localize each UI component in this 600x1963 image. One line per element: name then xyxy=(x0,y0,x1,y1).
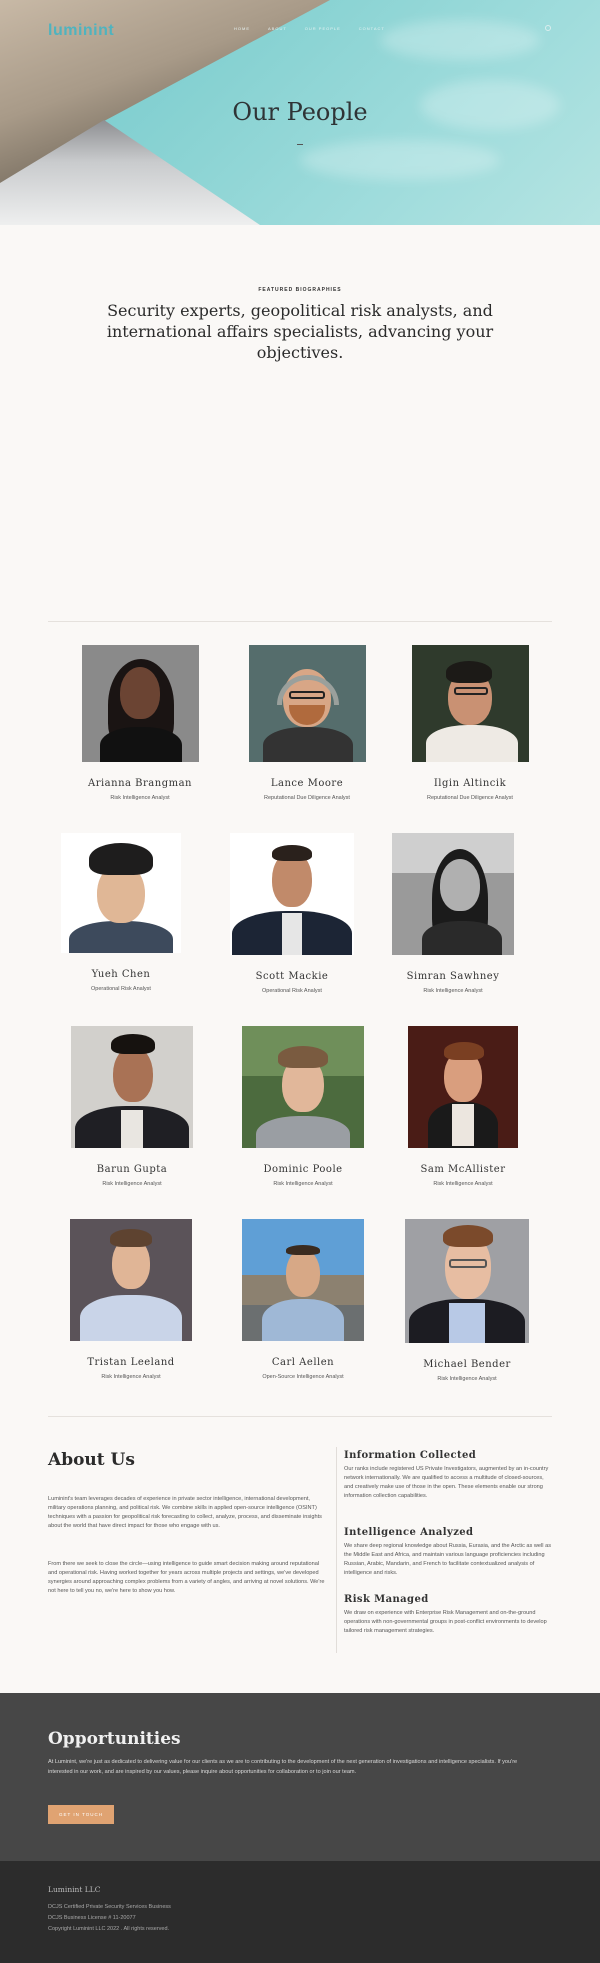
person-role: Operational Risk Analyst xyxy=(91,986,151,992)
footer-company: Luminint LLC xyxy=(48,1885,101,1894)
person-card[interactable]: Arianna Brangman Risk Intelligence Analy… xyxy=(50,645,230,801)
person-name: Scott Mackie xyxy=(255,971,329,982)
nav-link-our-people[interactable]: OUR PEOPLE xyxy=(305,26,341,31)
person-card[interactable]: Lance Moore Reputational Due Diligence A… xyxy=(217,645,397,801)
person-role: Operational Risk Analyst xyxy=(262,988,322,994)
person-name: Lance Moore xyxy=(270,778,344,789)
person-photo xyxy=(61,833,181,953)
person-name: Sam McAllister xyxy=(420,1164,506,1175)
person-photo xyxy=(242,1026,364,1148)
info-text: Our ranks include registered US Private … xyxy=(344,1466,549,1499)
person-name: Yueh Chen xyxy=(91,969,151,980)
person-card[interactable]: Michael Bender Risk Intelligence Analyst xyxy=(377,1219,557,1382)
person-card[interactable]: Carl Aellen Open-Source Intelligence Ana… xyxy=(213,1219,393,1380)
main-nav: HOME ABOUT OUR PEOPLE CONTACT xyxy=(234,26,385,31)
person-card[interactable]: Sam McAllister Risk Intelligence Analyst xyxy=(373,1026,553,1187)
person-role: Risk Intelligence Analyst xyxy=(110,795,170,801)
person-card[interactable]: Yueh Chen Operational Risk Analyst xyxy=(31,833,211,992)
person-role: Risk Intelligence Analyst xyxy=(433,1181,493,1187)
person-role: Risk Intelligence Analyst xyxy=(437,1376,497,1382)
person-card[interactable]: Dominic Poole Risk Intelligence Analyst xyxy=(213,1026,393,1187)
section-divider xyxy=(48,621,552,622)
about-title: About Us xyxy=(48,1450,135,1470)
section-divider xyxy=(48,1416,552,1417)
person-name: Michael Bender xyxy=(423,1359,511,1370)
person-card[interactable]: Tristan Leeland Risk Intelligence Analys… xyxy=(41,1219,221,1380)
person-role: Risk Intelligence Analyst xyxy=(273,1181,333,1187)
site-logo[interactable]: luminint xyxy=(48,22,114,40)
person-role: Reputational Due Diligence Analyst xyxy=(427,795,513,801)
person-photo xyxy=(408,1026,518,1148)
person-photo xyxy=(70,1219,192,1341)
person-photo xyxy=(392,833,514,955)
person-name: Tristan Leeland xyxy=(87,1357,175,1368)
info-text: We draw on experience with Enterprise Ri… xyxy=(344,1610,547,1634)
nav-link-contact[interactable]: CONTACT xyxy=(359,26,385,31)
person-card[interactable]: Scott Mackie Operational Risk Analyst xyxy=(202,833,382,994)
person-name: Barun Gupta xyxy=(96,1164,168,1175)
featured-headline: Security experts, geopolitical risk anal… xyxy=(106,301,494,362)
get-in-touch-button[interactable]: GET IN TOUCH xyxy=(48,1805,114,1824)
person-photo xyxy=(230,833,354,955)
person-name: Carl Aellen xyxy=(271,1357,335,1368)
column-divider xyxy=(336,1447,337,1653)
nav-link-about[interactable]: ABOUT xyxy=(268,26,287,31)
opportunities-section: Opportunities At Luminint, we're just as… xyxy=(0,1693,600,1861)
nav-link-home[interactable]: HOME xyxy=(234,26,250,31)
info-heading: Intelligence Analyzed xyxy=(344,1527,474,1538)
page-title: Our People xyxy=(232,98,368,126)
title-divider xyxy=(297,144,303,145)
person-role: Risk Intelligence Analyst xyxy=(101,1374,161,1380)
info-heading: Information Collected xyxy=(344,1450,477,1461)
person-role: Open-Source Intelligence Analyst xyxy=(262,1374,344,1380)
info-heading: Risk Managed xyxy=(344,1594,429,1605)
person-photo xyxy=(248,645,366,762)
site-footer: Luminint LLC DCJS Certified Private Secu… xyxy=(0,1861,600,1963)
person-name: Dominic Poole xyxy=(263,1164,343,1175)
person-card[interactable]: Simran Sawhney Risk Intelligence Analyst xyxy=(363,833,543,994)
person-role: Risk Intelligence Analyst xyxy=(423,988,483,994)
footer-line: DCJS Business License # 11-20077 xyxy=(48,1915,136,1921)
person-photo xyxy=(411,645,529,762)
footer-copyright: Copyright Luminint LLC 2022 . All rights… xyxy=(48,1926,170,1932)
footer-line: DCJS Certified Private Security Services… xyxy=(48,1904,171,1910)
person-card[interactable]: Barun Gupta Risk Intelligence Analyst xyxy=(42,1026,222,1187)
about-paragraph: Luminint's team leverages decades of exp… xyxy=(48,1496,322,1529)
info-text: We share deep regional knowledge about R… xyxy=(344,1543,551,1576)
person-name: Arianna Brangman xyxy=(87,778,192,789)
about-paragraph: From there we seek to close the circle—u… xyxy=(48,1561,325,1594)
opportunities-title: Opportunities xyxy=(48,1729,181,1749)
person-photo xyxy=(242,1219,364,1341)
person-photo xyxy=(405,1219,529,1343)
person-name: Simran Sawhney xyxy=(406,971,500,982)
person-name: Ilgin Altincik xyxy=(433,778,507,789)
person-photo xyxy=(81,645,199,762)
person-card[interactable]: Ilgin Altincik Reputational Due Diligenc… xyxy=(380,645,560,801)
search-icon[interactable] xyxy=(545,25,551,31)
opportunities-text: At Luminint, we're just as dedicated to … xyxy=(48,1759,518,1775)
person-role: Risk Intelligence Analyst xyxy=(102,1181,162,1187)
featured-eyebrow: FEATURED BIOGRAPHIES xyxy=(258,287,342,293)
hero-banner: luminint HOME ABOUT OUR PEOPLE CONTACT O… xyxy=(0,0,600,225)
person-role: Reputational Due Diligence Analyst xyxy=(264,795,350,801)
person-photo xyxy=(71,1026,193,1148)
